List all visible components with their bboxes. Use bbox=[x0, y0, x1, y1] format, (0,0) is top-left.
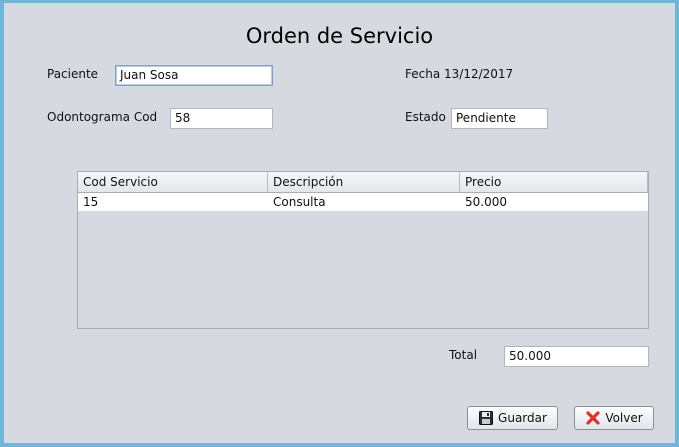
odontograma-label: Odontograma Cod bbox=[47, 110, 158, 124]
paciente-label: Paciente bbox=[47, 67, 99, 81]
red-x-icon bbox=[585, 410, 601, 426]
volver-label: Volver bbox=[605, 411, 643, 425]
column-header-precio[interactable]: Precio bbox=[460, 172, 648, 192]
odontograma-field[interactable]: 58 bbox=[170, 108, 273, 129]
table-row[interactable]: 15 Consulta 50.000 bbox=[78, 193, 648, 211]
guardar-label: Guardar bbox=[498, 411, 547, 425]
column-header-descripcion[interactable]: Descripción bbox=[268, 172, 460, 192]
table-header: Cod Servicio Descripción Precio bbox=[78, 172, 648, 193]
estado-label: Estado bbox=[405, 110, 446, 124]
page-title: Orden de Servicio bbox=[245, 24, 434, 48]
window: Orden de Servicio Paciente Juan Sosa Fec… bbox=[0, 0, 679, 447]
window-content: Orden de Servicio Paciente Juan Sosa Fec… bbox=[4, 3, 675, 443]
paciente-field[interactable]: Juan Sosa bbox=[115, 65, 273, 86]
floppy-disk-icon bbox=[478, 410, 494, 426]
fecha-label: Fecha bbox=[405, 67, 441, 81]
estado-field[interactable]: Pendiente bbox=[451, 108, 548, 129]
fecha-display: Fecha 13/12/2017 bbox=[405, 67, 513, 81]
cell-descripcion: Consulta bbox=[273, 195, 326, 209]
guardar-button[interactable]: Guardar bbox=[467, 406, 558, 430]
volver-button[interactable]: Volver bbox=[574, 406, 654, 430]
fecha-value: 13/12/2017 bbox=[444, 67, 514, 81]
total-label: Total bbox=[449, 348, 478, 362]
table-body: 15 Consulta 50.000 bbox=[78, 193, 648, 211]
cell-cod-servicio: 15 bbox=[83, 195, 99, 209]
cell-precio: 50.000 bbox=[465, 195, 507, 209]
column-header-cod-servicio[interactable]: Cod Servicio bbox=[78, 172, 268, 192]
total-field[interactable]: 50.000 bbox=[504, 346, 649, 367]
services-table[interactable]: Cod Servicio Descripción Precio 15 Consu… bbox=[77, 171, 649, 329]
